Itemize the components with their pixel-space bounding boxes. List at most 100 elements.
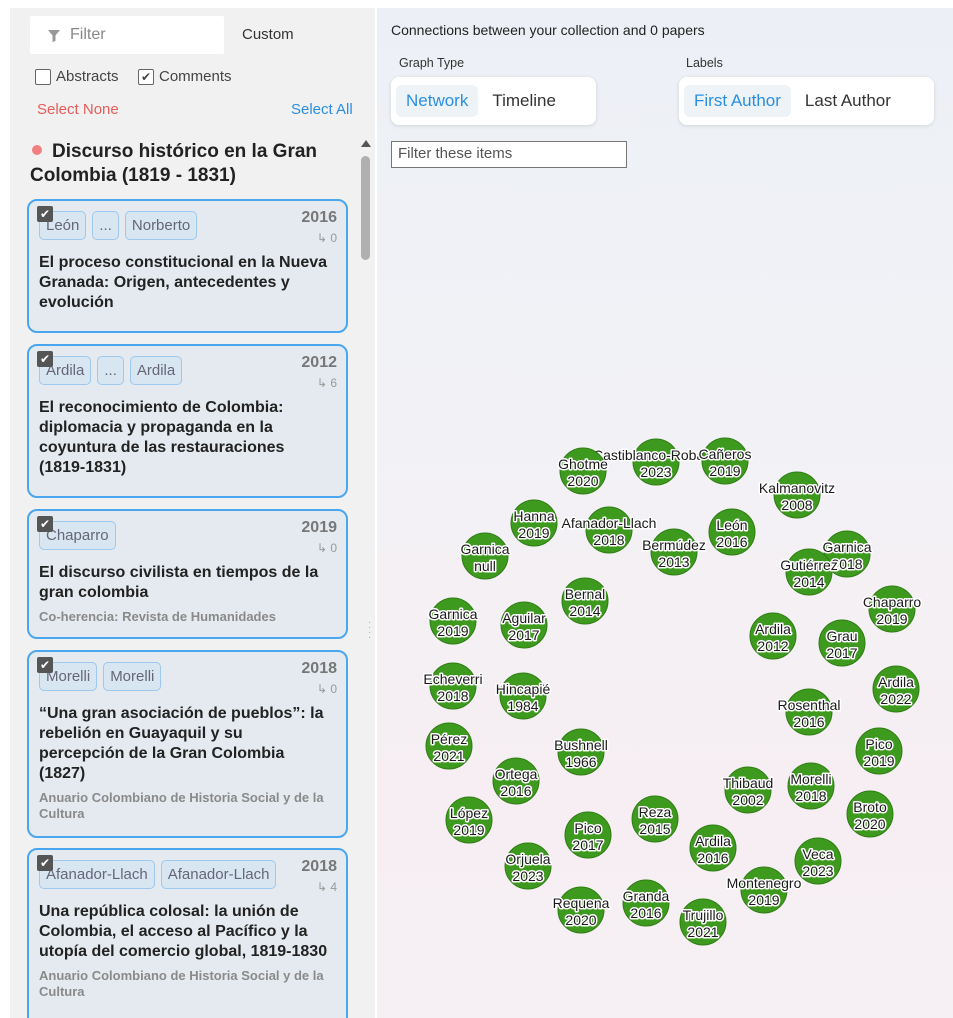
graph-node-year: 1984 <box>507 698 538 714</box>
graph-node-author: Afanador-Llach <box>562 515 657 531</box>
graph-node[interactable]: Thibaud2002 <box>721 766 775 814</box>
abstracts-toggle[interactable]: Abstracts <box>35 68 119 85</box>
graph-node[interactable]: Pico2019 <box>855 727 903 775</box>
graph-node[interactable]: Broto2020 <box>846 790 894 838</box>
graph-node[interactable]: Echeverri2018 <box>422 662 484 710</box>
graph-node[interactable]: Pico2017 <box>564 811 612 859</box>
graph-node-author: Morelli <box>790 771 831 787</box>
graph-node[interactable]: Ortega2016 <box>492 757 540 805</box>
graph-node[interactable]: Trujillo2021 <box>679 898 727 946</box>
graph-node[interactable]: Orjuela2023 <box>504 842 552 890</box>
paper-card[interactable]: ✔ Afanador-Llach Afanador-Llach 2018 ↳ 4… <box>27 848 348 1018</box>
graph-node-year: 2014 <box>793 574 824 590</box>
paper-card[interactable]: ✔ Chaparro 2019 ↳ 0 El discurso civilist… <box>27 509 348 639</box>
select-none-link[interactable]: Select None <box>37 101 119 118</box>
graph-node[interactable]: Hanna2019 <box>510 499 558 547</box>
scrollbar[interactable] <box>359 136 373 1018</box>
graph-node-author: Trujillo <box>683 907 724 923</box>
card-year: 2012 <box>301 354 337 371</box>
graph-node[interactable]: Bermúdez2013 <box>641 528 707 576</box>
graph-node[interactable]: Bernal2014 <box>561 577 609 625</box>
graph-node-author: Aguilar <box>502 610 546 626</box>
author-chip[interactable]: ... <box>92 211 119 240</box>
graph-node-year: 2012 <box>757 638 788 654</box>
graph-node[interactable]: Veca2023 <box>794 837 842 885</box>
author-chip[interactable]: Ardila <box>129 356 183 385</box>
card-year: 2018 <box>301 660 337 677</box>
graph-node[interactable]: Pérez2021 <box>425 722 473 770</box>
card-checkbox[interactable]: ✔ <box>37 516 53 532</box>
graph-node-year: 2008 <box>781 497 812 513</box>
graph-node-year: 2023 <box>512 868 543 884</box>
author-chip[interactable]: Morelli <box>103 662 162 691</box>
graph-node[interactable]: Ardila2012 <box>749 612 797 660</box>
graph-node[interactable]: Montenegro2019 <box>725 866 803 914</box>
filter-placeholder: Filter <box>70 26 106 43</box>
graph-node[interactable]: Reza2015 <box>631 795 679 843</box>
graph-node-author: Pico <box>574 820 601 836</box>
author-chip[interactable]: ... <box>97 356 124 385</box>
paper-card[interactable]: ✔ Morelli Morelli 2018 ↳ 0 “Una gran aso… <box>27 650 348 838</box>
card-checkbox[interactable]: ✔ <box>37 351 53 367</box>
resize-handle[interactable]: · · · · <box>368 618 371 643</box>
card-checkbox[interactable]: ✔ <box>37 206 53 222</box>
card-journal: Anuario Colombiano de Historia Social y … <box>39 790 324 821</box>
graph-node[interactable]: Cañeros2019 <box>697 437 753 485</box>
collection-title: Discurso histórico en la Gran Colombia (… <box>30 140 350 188</box>
graph-node[interactable]: Garnica2019 <box>427 597 479 645</box>
graph-node-year: 2015 <box>639 821 670 837</box>
graph-node-year: 2016 <box>716 534 747 550</box>
graph-node-author: Veca <box>802 846 833 862</box>
graph-node[interactable]: Ardila2022 <box>872 665 920 713</box>
select-all-link[interactable]: Select All <box>291 101 353 118</box>
graph-node-year: 2016 <box>500 783 531 799</box>
graph-node-year: 2019 <box>709 463 740 479</box>
card-year: 2018 <box>301 858 337 875</box>
graph-node[interactable]: Morelli2018 <box>787 762 835 810</box>
graph-node-author: Rosenthal <box>777 697 840 713</box>
scroll-thumb[interactable] <box>361 156 370 260</box>
graph-node[interactable]: Kalmanovitz2008 <box>757 471 837 519</box>
graph-node[interactable]: López2019 <box>445 796 493 844</box>
graph-node-year: 2018 <box>437 688 468 704</box>
graph-node-author: León <box>716 517 747 533</box>
card-citations: ↳ 0 <box>316 231 337 245</box>
graph-node[interactable]: Granda2016 <box>621 879 671 927</box>
graph-node[interactable]: Aguilar2017 <box>500 601 548 649</box>
comments-checkbox[interactable]: ✔ <box>138 68 154 85</box>
graph-node-author: Montenegro <box>727 875 802 891</box>
abstracts-checkbox[interactable] <box>35 68 51 85</box>
author-chip[interactable]: Norberto <box>124 211 198 240</box>
graph-node[interactable]: Garnicanull <box>459 532 511 580</box>
graph-node-year: 2019 <box>437 623 468 639</box>
graph-node[interactable]: Grau2017 <box>818 619 866 667</box>
graph-node-author: Requena <box>553 895 610 911</box>
paper-card[interactable]: ✔ Ardila ... Ardila 2012 ↳ 6 El reconoci… <box>27 344 348 498</box>
graph-node[interactable]: Ardila2016 <box>689 824 737 872</box>
card-citations: ↳ 0 <box>316 682 337 696</box>
graph-node[interactable]: Requena2020 <box>551 886 611 934</box>
custom-button[interactable]: Custom <box>242 26 294 43</box>
network-graph[interactable]: Castiblanco-Robayo2023Ghotme2020Cañeros2… <box>377 8 953 1018</box>
graph-node[interactable]: Hincapié1984 <box>494 672 552 720</box>
graph-node-year: 2016 <box>630 905 661 921</box>
graph-node-year: 2016 <box>793 714 824 730</box>
graph-node-year: 2019 <box>453 822 484 838</box>
graph-node-author: Hincapié <box>496 681 551 697</box>
card-journal: Co-herencia: Revista de Humanidades <box>39 609 276 624</box>
scroll-up-arrow-icon[interactable] <box>361 140 371 147</box>
graph-node[interactable]: León2016 <box>708 508 756 556</box>
graph-node-author: Garnica <box>460 541 509 557</box>
graph-node[interactable]: Bushnell1966 <box>553 728 609 776</box>
graph-node[interactable]: Rosenthal2016 <box>776 688 842 736</box>
graph-node-author: Pico <box>865 736 892 752</box>
graph-node[interactable]: Chaparro2019 <box>861 585 923 633</box>
comments-toggle[interactable]: ✔ Comments <box>138 68 232 85</box>
filter-input[interactable]: Filter <box>30 16 224 54</box>
graph-node-author: Ortega <box>495 766 538 782</box>
card-checkbox[interactable]: ✔ <box>37 855 53 871</box>
paper-card[interactable]: ✔ León ... Norberto 2016 ↳ 0 El proceso … <box>27 199 348 333</box>
card-checkbox[interactable]: ✔ <box>37 657 53 673</box>
author-chip[interactable]: Afanador-Llach <box>39 860 155 889</box>
author-chip[interactable]: Afanador-Llach <box>160 860 277 889</box>
